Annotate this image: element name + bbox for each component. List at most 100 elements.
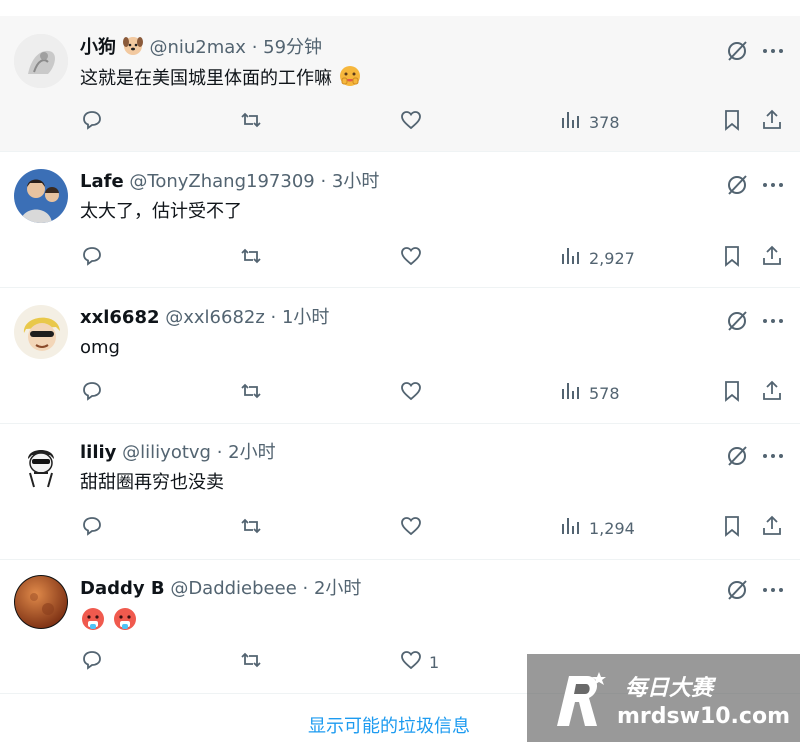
tweet-header: Lafe @TonyZhang197309 · 3小时 [80, 169, 379, 195]
share-button[interactable] [760, 109, 784, 135]
reply-icon [80, 244, 104, 272]
show-spam-link[interactable]: 显示可能的垃圾信息 [308, 712, 470, 738]
avatar[interactable] [14, 575, 68, 629]
share-icon [760, 244, 784, 272]
grok-icon[interactable] [724, 308, 750, 334]
hot-face-emoji-icon [112, 606, 138, 640]
more-icon[interactable] [760, 308, 786, 334]
watermark-overlay: 每日大赛 mrdsw10.com [527, 654, 800, 742]
retweet-icon [239, 244, 263, 272]
views-button[interactable]: 578 [559, 380, 620, 406]
handle[interactable]: @TonyZhang197309 [129, 171, 314, 192]
reply-button[interactable] [80, 380, 104, 406]
reply-button[interactable] [80, 109, 104, 135]
tweet-text: 甜甜圈再穷也没卖 [80, 472, 224, 493]
views-button[interactable]: 378 [559, 109, 620, 135]
bookmark-icon [720, 379, 744, 407]
more-icon[interactable] [760, 38, 786, 64]
heart-icon [399, 244, 423, 272]
like-button[interactable] [399, 109, 429, 135]
timestamp[interactable]: · 3小时 [320, 171, 379, 192]
grok-icon[interactable] [724, 38, 750, 64]
display-name[interactable]: Lafe [80, 171, 124, 192]
tweet-text: 这就是在美国城里体面的工作嘛 [80, 64, 362, 90]
view-count: 1,294 [589, 518, 635, 538]
like-button[interactable] [399, 515, 429, 541]
retweet-button[interactable] [239, 245, 263, 271]
avatar[interactable] [14, 439, 68, 493]
retweet-button[interactable] [239, 649, 263, 675]
retweet-icon [239, 648, 263, 676]
share-button[interactable] [760, 515, 784, 541]
views-icon [559, 514, 583, 542]
avatar[interactable] [14, 305, 68, 359]
display-name[interactable]: liliy [80, 442, 116, 463]
share-button[interactable] [760, 380, 784, 406]
bookmark-button[interactable] [720, 515, 744, 541]
heart-icon [399, 648, 423, 676]
handle[interactable]: @liliyotvg [122, 442, 211, 463]
reply-icon [80, 108, 104, 136]
face-emoji-icon [338, 64, 362, 96]
retweet-icon [239, 379, 263, 407]
like-count: 1 [429, 652, 440, 672]
top-strip [0, 0, 800, 16]
avatar[interactable] [14, 34, 68, 88]
timestamp[interactable]: · 2小时 [303, 578, 362, 599]
reply-icon [80, 379, 104, 407]
like-button[interactable] [399, 380, 429, 406]
view-count: 378 [589, 112, 620, 132]
reply-tweet[interactable]: xxl6682 @xxl6682z · 1小时 omg 578 [0, 288, 800, 424]
views-button[interactable]: 1,294 [559, 515, 635, 541]
bookmark-button[interactable] [720, 380, 744, 406]
display-name[interactable]: xxl6682 [80, 307, 160, 328]
reply-tweet[interactable]: Lafe @TonyZhang197309 · 3小时 太大了，估计受不了 2,… [0, 152, 800, 288]
display-name[interactable]: Daddy B [80, 578, 165, 599]
views-button[interactable]: 2,927 [559, 245, 635, 271]
avatar[interactable] [14, 169, 68, 223]
share-icon [760, 514, 784, 542]
share-icon [760, 108, 784, 136]
more-icon[interactable] [760, 577, 786, 603]
grok-icon[interactable] [724, 172, 750, 198]
timestamp[interactable]: · 2小时 [217, 442, 276, 463]
reply-tweet[interactable]: liliy @liliyotvg · 2小时 甜甜圈再穷也没卖 1,294 [0, 424, 800, 560]
reply-icon [80, 514, 104, 542]
like-button[interactable] [399, 245, 429, 271]
handle[interactable]: @Daddiebeee [170, 578, 296, 599]
heart-icon [399, 108, 423, 136]
bookmark-button[interactable] [720, 245, 744, 271]
retweet-button[interactable] [239, 109, 263, 135]
retweet-button[interactable] [239, 515, 263, 541]
tweet-header: liliy @liliyotvg · 2小时 [80, 440, 276, 466]
tweet-text: omg [80, 337, 120, 358]
grok-icon[interactable] [724, 577, 750, 603]
view-count: 578 [589, 383, 620, 403]
display-name[interactable]: 小狗 [80, 37, 116, 58]
handle[interactable]: @xxl6682z [165, 307, 265, 328]
more-icon[interactable] [760, 172, 786, 198]
share-button[interactable] [760, 245, 784, 271]
reply-icon [80, 648, 104, 676]
reply-button[interactable] [80, 515, 104, 541]
bookmark-icon [720, 514, 744, 542]
retweet-icon [239, 514, 263, 542]
more-icon[interactable] [760, 443, 786, 469]
like-button[interactable]: 1 [399, 649, 439, 675]
heart-icon [399, 379, 423, 407]
timestamp[interactable]: · 1小时 [271, 307, 330, 328]
view-count: 2,927 [589, 248, 635, 268]
tweet-header: xxl6682 @xxl6682z · 1小时 [80, 305, 329, 331]
reply-tweet[interactable]: 小狗 @niu2max · 59分钟 这就是在美国城里体面的工作嘛 378 [0, 16, 800, 152]
grok-icon[interactable] [724, 443, 750, 469]
bookmark-button[interactable] [720, 109, 744, 135]
tweet-header: Daddy B @Daddiebeee · 2小时 [80, 576, 361, 602]
reply-button[interactable] [80, 649, 104, 675]
retweet-button[interactable] [239, 380, 263, 406]
bookmark-icon [720, 244, 744, 272]
timestamp[interactable]: · 59分钟 [252, 37, 322, 58]
share-icon [760, 379, 784, 407]
handle[interactable]: @niu2max [149, 37, 246, 58]
heart-icon [399, 514, 423, 542]
reply-button[interactable] [80, 245, 104, 271]
